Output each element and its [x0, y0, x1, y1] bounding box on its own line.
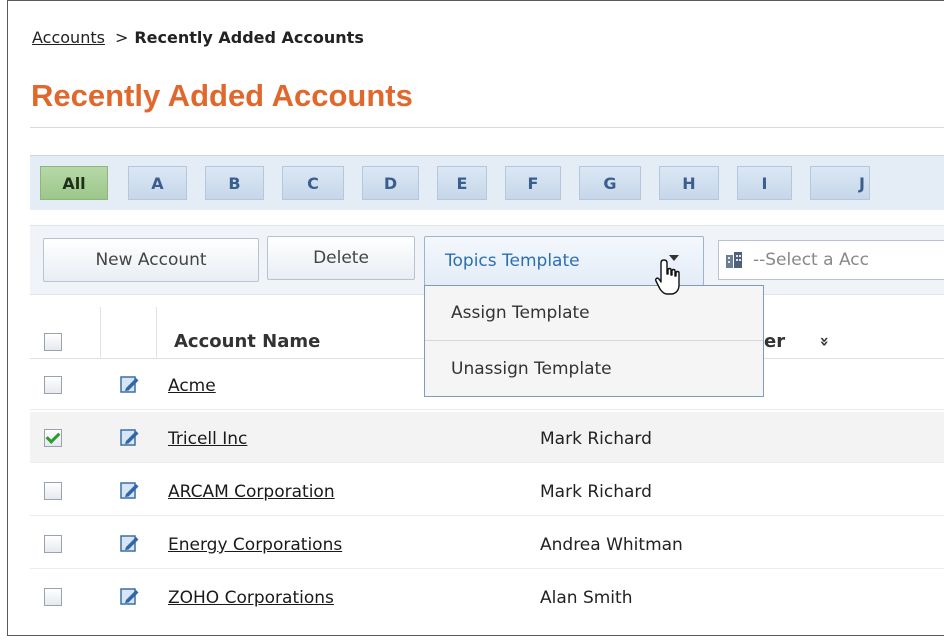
column-divider [156, 307, 157, 359]
select-all-checkbox[interactable] [44, 333, 62, 351]
edit-icon[interactable] [120, 480, 140, 500]
delete-button[interactable]: Delete [267, 236, 415, 280]
building-icon [726, 252, 742, 268]
new-account-button[interactable]: New Account [43, 238, 259, 282]
topics-template-label: Topics Template [445, 251, 580, 271]
edit-icon[interactable] [120, 586, 140, 606]
table-row[interactable]: ARCAM Corporation Mark Richard [30, 465, 944, 516]
hand-cursor-icon [655, 259, 680, 295]
alpha-tab-h[interactable]: H [659, 166, 719, 200]
row-checkbox[interactable] [44, 588, 62, 606]
alpha-tab-g[interactable]: G [579, 166, 641, 200]
table-row[interactable]: ZOHO Corporations Alan Smith [30, 571, 944, 622]
account-owner: Alan Smith [540, 588, 633, 608]
alpha-tab-all[interactable]: All [40, 166, 108, 200]
menu-item-assign-template[interactable]: Assign Template [425, 286, 763, 341]
alpha-tab-a[interactable]: A [128, 166, 187, 200]
breadcrumb-current: Recently Added Accounts [134, 28, 364, 47]
sort-icon[interactable]: » [816, 336, 835, 346]
account-owner: Mark Richard [540, 482, 652, 502]
page-title: Recently Added Accounts [31, 78, 413, 113]
account-owner: Andrea Whitman [540, 535, 683, 555]
alpha-tab-j[interactable]: J [810, 166, 870, 200]
account-select[interactable]: --Select a Acc [718, 240, 944, 280]
edit-icon[interactable] [120, 374, 140, 394]
account-name-link[interactable]: Tricell Inc [168, 429, 247, 449]
alpha-tab-d[interactable]: D [362, 166, 419, 200]
alpha-tab-e[interactable]: E [437, 166, 487, 200]
alpha-tab-i[interactable]: I [737, 166, 792, 200]
breadcrumb-accounts-link[interactable]: Accounts [32, 28, 105, 47]
alpha-tab-f[interactable]: F [505, 166, 561, 200]
row-checkbox[interactable] [44, 376, 62, 394]
breadcrumb-separator: > [114, 28, 129, 47]
account-name-header[interactable]: Account Name [174, 331, 320, 352]
column-divider [100, 307, 101, 359]
account-name-link[interactable]: Energy Corporations [168, 535, 342, 555]
account-select-placeholder: --Select a Acc [753, 250, 869, 270]
owner-header[interactable]: er [764, 331, 785, 352]
table-row[interactable]: Energy Corporations Andrea Whitman [30, 518, 944, 569]
alpha-tab-c[interactable]: C [282, 166, 344, 200]
alphabet-filter-bar: All A B C D E F G H I J [30, 155, 944, 210]
topics-template-menu: Assign Template Unassign Template [424, 285, 764, 397]
table-row[interactable]: Tricell Inc Mark Richard [30, 412, 944, 463]
alpha-tab-b[interactable]: B [205, 166, 264, 200]
account-name-link[interactable]: ARCAM Corporation [168, 482, 335, 502]
edit-icon[interactable] [120, 533, 140, 553]
account-name-link[interactable]: Acme [168, 376, 216, 396]
account-owner: Mark Richard [540, 429, 652, 449]
breadcrumb: Accounts > Recently Added Accounts [32, 28, 364, 47]
row-checkbox[interactable] [44, 482, 62, 500]
edit-icon[interactable] [120, 427, 140, 447]
title-divider [30, 127, 944, 128]
menu-item-unassign-template[interactable]: Unassign Template [425, 341, 763, 396]
row-checkbox[interactable] [44, 429, 62, 447]
row-checkbox[interactable] [44, 535, 62, 553]
account-name-link[interactable]: ZOHO Corporations [168, 588, 334, 608]
